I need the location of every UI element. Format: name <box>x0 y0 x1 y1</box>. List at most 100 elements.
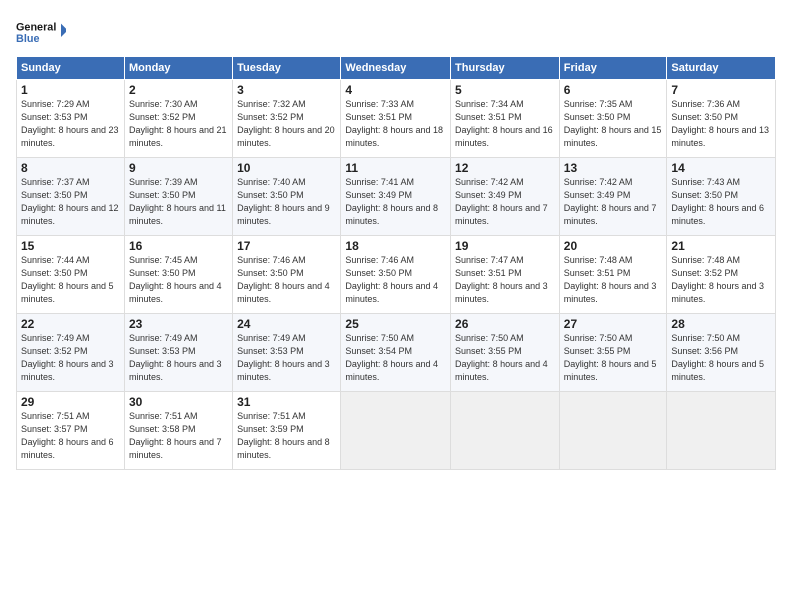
day-number: 19 <box>455 239 555 253</box>
day-info: Sunrise: 7:29 AMSunset: 3:53 PMDaylight:… <box>21 99 119 148</box>
day-number: 8 <box>21 161 120 175</box>
calendar-week-3: 15 Sunrise: 7:44 AMSunset: 3:50 PMDaylig… <box>17 236 776 314</box>
day-number: 24 <box>237 317 336 331</box>
calendar-cell: 19 Sunrise: 7:47 AMSunset: 3:51 PMDaylig… <box>451 236 560 314</box>
calendar-cell: 18 Sunrise: 7:46 AMSunset: 3:50 PMDaylig… <box>341 236 451 314</box>
day-info: Sunrise: 7:42 AMSunset: 3:49 PMDaylight:… <box>455 177 548 226</box>
calendar-cell: 8 Sunrise: 7:37 AMSunset: 3:50 PMDayligh… <box>17 158 125 236</box>
day-info: Sunrise: 7:42 AMSunset: 3:49 PMDaylight:… <box>564 177 657 226</box>
day-info: Sunrise: 7:51 AMSunset: 3:57 PMDaylight:… <box>21 411 114 460</box>
calendar-cell: 7 Sunrise: 7:36 AMSunset: 3:50 PMDayligh… <box>667 80 776 158</box>
day-info: Sunrise: 7:48 AMSunset: 3:52 PMDaylight:… <box>671 255 764 304</box>
day-info: Sunrise: 7:46 AMSunset: 3:50 PMDaylight:… <box>237 255 330 304</box>
calendar-week-2: 8 Sunrise: 7:37 AMSunset: 3:50 PMDayligh… <box>17 158 776 236</box>
day-info: Sunrise: 7:35 AMSunset: 3:50 PMDaylight:… <box>564 99 662 148</box>
calendar-cell: 26 Sunrise: 7:50 AMSunset: 3:55 PMDaylig… <box>451 314 560 392</box>
calendar-cell: 17 Sunrise: 7:46 AMSunset: 3:50 PMDaylig… <box>233 236 341 314</box>
calendar-cell: 6 Sunrise: 7:35 AMSunset: 3:50 PMDayligh… <box>559 80 667 158</box>
day-info: Sunrise: 7:30 AMSunset: 3:52 PMDaylight:… <box>129 99 227 148</box>
svg-text:Blue: Blue <box>16 33 39 45</box>
day-number: 6 <box>564 83 663 97</box>
day-number: 28 <box>671 317 771 331</box>
calendar-cell: 21 Sunrise: 7:48 AMSunset: 3:52 PMDaylig… <box>667 236 776 314</box>
calendar-cell <box>559 392 667 470</box>
calendar-cell: 29 Sunrise: 7:51 AMSunset: 3:57 PMDaylig… <box>17 392 125 470</box>
calendar-cell: 5 Sunrise: 7:34 AMSunset: 3:51 PMDayligh… <box>451 80 560 158</box>
calendar-cell: 25 Sunrise: 7:50 AMSunset: 3:54 PMDaylig… <box>341 314 451 392</box>
calendar-table: SundayMondayTuesdayWednesdayThursdayFrid… <box>16 56 776 470</box>
calendar-cell: 27 Sunrise: 7:50 AMSunset: 3:55 PMDaylig… <box>559 314 667 392</box>
day-number: 17 <box>237 239 336 253</box>
col-header-sunday: Sunday <box>17 57 125 80</box>
day-info: Sunrise: 7:48 AMSunset: 3:51 PMDaylight:… <box>564 255 657 304</box>
col-header-friday: Friday <box>559 57 667 80</box>
day-info: Sunrise: 7:50 AMSunset: 3:54 PMDaylight:… <box>345 333 438 382</box>
day-number: 10 <box>237 161 336 175</box>
day-number: 5 <box>455 83 555 97</box>
calendar-cell: 14 Sunrise: 7:43 AMSunset: 3:50 PMDaylig… <box>667 158 776 236</box>
calendar-cell: 22 Sunrise: 7:49 AMSunset: 3:52 PMDaylig… <box>17 314 125 392</box>
page-header: General Blue <box>16 16 776 48</box>
day-number: 30 <box>129 395 228 409</box>
day-info: Sunrise: 7:39 AMSunset: 3:50 PMDaylight:… <box>129 177 226 226</box>
col-header-saturday: Saturday <box>667 57 776 80</box>
day-number: 18 <box>345 239 446 253</box>
calendar-cell: 24 Sunrise: 7:49 AMSunset: 3:53 PMDaylig… <box>233 314 341 392</box>
day-info: Sunrise: 7:51 AMSunset: 3:59 PMDaylight:… <box>237 411 330 460</box>
day-info: Sunrise: 7:44 AMSunset: 3:50 PMDaylight:… <box>21 255 114 304</box>
day-info: Sunrise: 7:49 AMSunset: 3:52 PMDaylight:… <box>21 333 114 382</box>
day-info: Sunrise: 7:34 AMSunset: 3:51 PMDaylight:… <box>455 99 553 148</box>
logo-svg: General Blue <box>16 16 66 48</box>
calendar-cell: 11 Sunrise: 7:41 AMSunset: 3:49 PMDaylig… <box>341 158 451 236</box>
day-number: 12 <box>455 161 555 175</box>
calendar-header-row: SundayMondayTuesdayWednesdayThursdayFrid… <box>17 57 776 80</box>
calendar-cell: 15 Sunrise: 7:44 AMSunset: 3:50 PMDaylig… <box>17 236 125 314</box>
day-info: Sunrise: 7:49 AMSunset: 3:53 PMDaylight:… <box>237 333 330 382</box>
svg-text:General: General <box>16 21 56 33</box>
calendar-cell: 13 Sunrise: 7:42 AMSunset: 3:49 PMDaylig… <box>559 158 667 236</box>
col-header-wednesday: Wednesday <box>341 57 451 80</box>
day-info: Sunrise: 7:51 AMSunset: 3:58 PMDaylight:… <box>129 411 222 460</box>
col-header-tuesday: Tuesday <box>233 57 341 80</box>
day-number: 13 <box>564 161 663 175</box>
day-number: 7 <box>671 83 771 97</box>
day-number: 26 <box>455 317 555 331</box>
calendar-cell <box>341 392 451 470</box>
day-number: 23 <box>129 317 228 331</box>
calendar-cell: 23 Sunrise: 7:49 AMSunset: 3:53 PMDaylig… <box>124 314 232 392</box>
calendar-cell: 1 Sunrise: 7:29 AMSunset: 3:53 PMDayligh… <box>17 80 125 158</box>
day-number: 14 <box>671 161 771 175</box>
calendar-week-4: 22 Sunrise: 7:49 AMSunset: 3:52 PMDaylig… <box>17 314 776 392</box>
day-number: 1 <box>21 83 120 97</box>
day-info: Sunrise: 7:50 AMSunset: 3:56 PMDaylight:… <box>671 333 764 382</box>
calendar-cell: 2 Sunrise: 7:30 AMSunset: 3:52 PMDayligh… <box>124 80 232 158</box>
day-info: Sunrise: 7:32 AMSunset: 3:52 PMDaylight:… <box>237 99 335 148</box>
day-number: 25 <box>345 317 446 331</box>
calendar-week-1: 1 Sunrise: 7:29 AMSunset: 3:53 PMDayligh… <box>17 80 776 158</box>
day-info: Sunrise: 7:46 AMSunset: 3:50 PMDaylight:… <box>345 255 438 304</box>
day-number: 9 <box>129 161 228 175</box>
calendar-cell <box>451 392 560 470</box>
day-number: 21 <box>671 239 771 253</box>
calendar-cell: 10 Sunrise: 7:40 AMSunset: 3:50 PMDaylig… <box>233 158 341 236</box>
day-info: Sunrise: 7:49 AMSunset: 3:53 PMDaylight:… <box>129 333 222 382</box>
day-number: 3 <box>237 83 336 97</box>
day-number: 29 <box>21 395 120 409</box>
calendar-cell: 12 Sunrise: 7:42 AMSunset: 3:49 PMDaylig… <box>451 158 560 236</box>
calendar-cell: 16 Sunrise: 7:45 AMSunset: 3:50 PMDaylig… <box>124 236 232 314</box>
day-info: Sunrise: 7:41 AMSunset: 3:49 PMDaylight:… <box>345 177 438 226</box>
logo: General Blue <box>16 16 66 48</box>
day-number: 4 <box>345 83 446 97</box>
day-number: 16 <box>129 239 228 253</box>
day-number: 22 <box>21 317 120 331</box>
day-number: 15 <box>21 239 120 253</box>
day-info: Sunrise: 7:37 AMSunset: 3:50 PMDaylight:… <box>21 177 119 226</box>
day-info: Sunrise: 7:45 AMSunset: 3:50 PMDaylight:… <box>129 255 222 304</box>
calendar-cell: 9 Sunrise: 7:39 AMSunset: 3:50 PMDayligh… <box>124 158 232 236</box>
day-info: Sunrise: 7:50 AMSunset: 3:55 PMDaylight:… <box>564 333 657 382</box>
day-info: Sunrise: 7:50 AMSunset: 3:55 PMDaylight:… <box>455 333 548 382</box>
calendar-cell <box>667 392 776 470</box>
calendar-cell: 4 Sunrise: 7:33 AMSunset: 3:51 PMDayligh… <box>341 80 451 158</box>
day-info: Sunrise: 7:36 AMSunset: 3:50 PMDaylight:… <box>671 99 769 148</box>
calendar-cell: 3 Sunrise: 7:32 AMSunset: 3:52 PMDayligh… <box>233 80 341 158</box>
